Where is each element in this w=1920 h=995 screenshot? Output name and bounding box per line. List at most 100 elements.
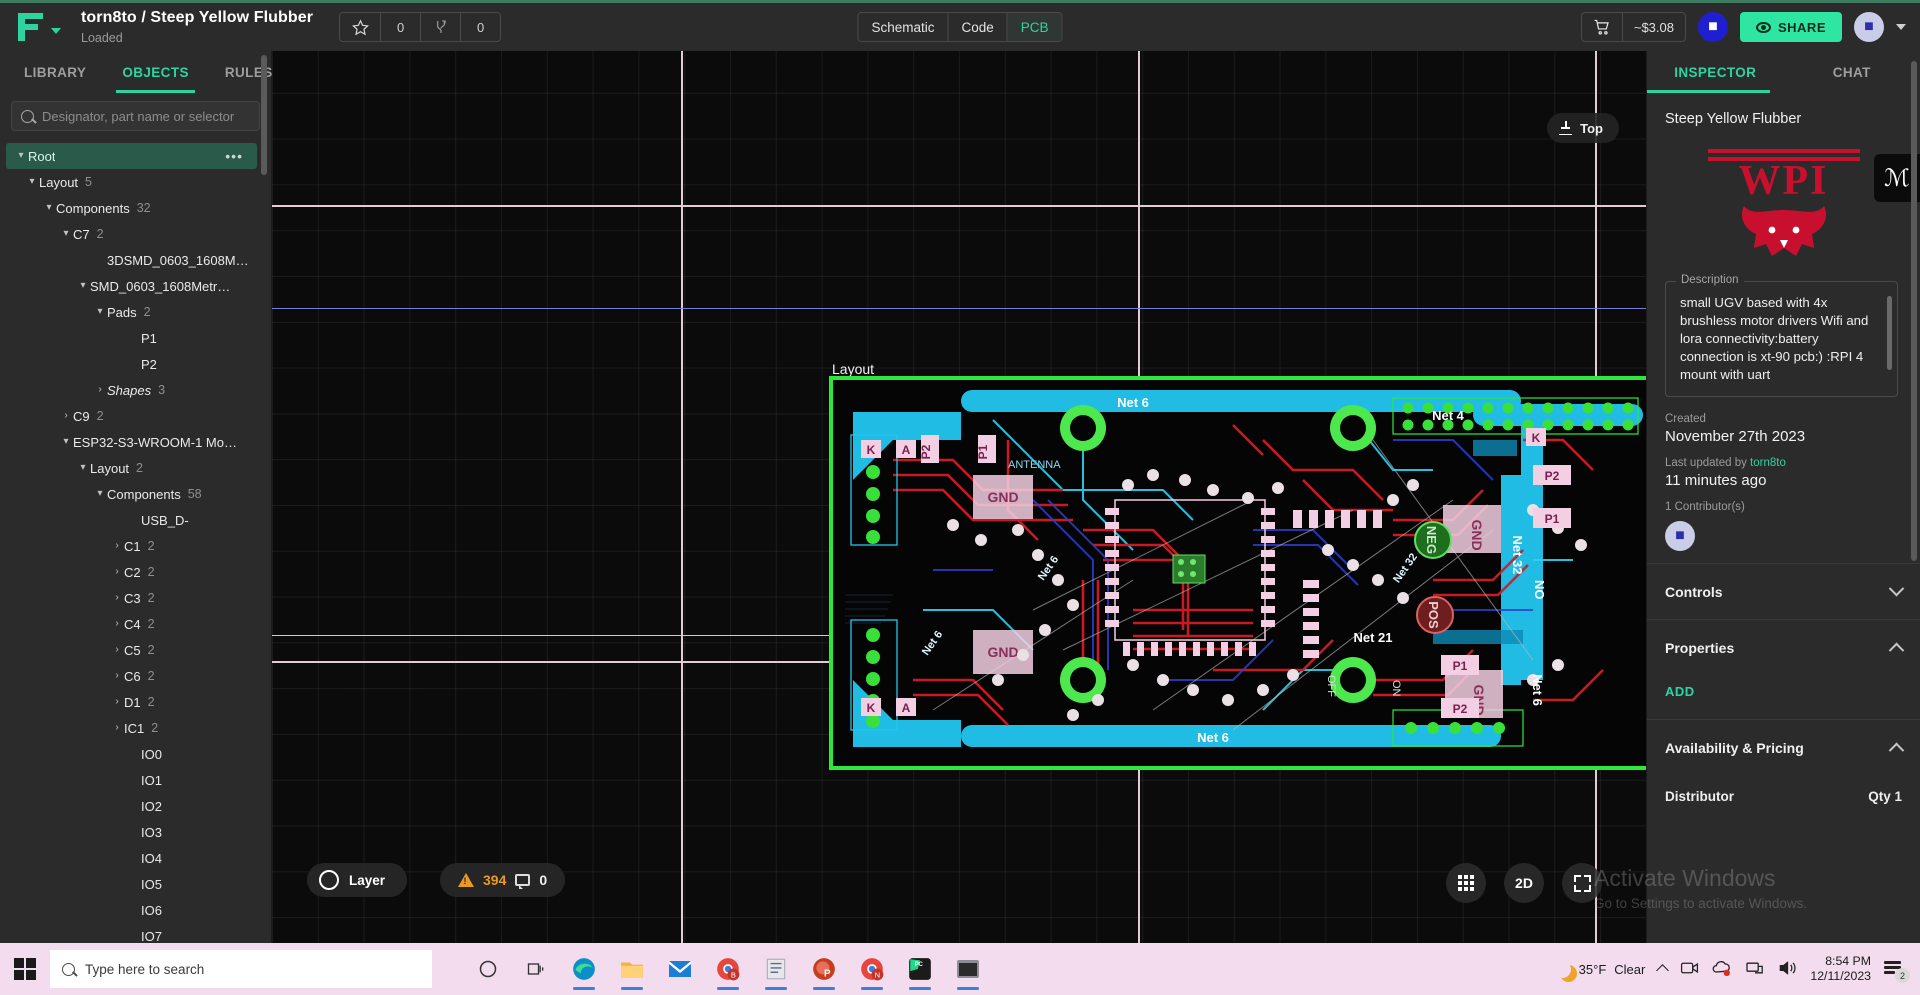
search-input[interactable] bbox=[42, 108, 250, 124]
chevron-down-icon[interactable]: ▾ bbox=[14, 151, 28, 161]
powerpoint-icon[interactable]: P bbox=[802, 947, 846, 991]
tree-node[interactable]: IO2 bbox=[0, 793, 271, 819]
chevron-right-icon[interactable]: › bbox=[110, 593, 124, 603]
updated-user[interactable]: torn8to bbox=[1750, 457, 1786, 469]
contributor-avatar[interactable]: ■ bbox=[1665, 521, 1695, 552]
file-explorer-icon[interactable] bbox=[610, 947, 654, 991]
tree-node[interactable]: › C6 2 bbox=[0, 663, 271, 689]
tab-library[interactable]: LIBRARY bbox=[6, 51, 104, 93]
tree-node[interactable]: ▾ Pads 2 bbox=[0, 299, 271, 325]
chevron-right-icon[interactable]: › bbox=[110, 723, 124, 733]
tree-node[interactable]: › C2 2 bbox=[0, 559, 271, 585]
chevron-down-icon[interactable]: ▾ bbox=[25, 177, 39, 187]
show-hidden-icons-button[interactable] bbox=[1656, 964, 1670, 977]
edge-icon[interactable] bbox=[562, 947, 606, 991]
warning-count[interactable]: 394 bbox=[483, 872, 506, 888]
tree-node[interactable]: IO1 bbox=[0, 767, 271, 793]
tree-node[interactable]: ▾ Layout 5 bbox=[0, 169, 271, 195]
add-property-button[interactable]: ADD bbox=[1647, 675, 1920, 719]
pcb-canvas[interactable]: Top Layout GND GND GND NEG POS Net 6 Net… bbox=[272, 51, 1646, 943]
document-reader-icon[interactable] bbox=[754, 947, 798, 991]
tree-node[interactable]: P1 bbox=[0, 325, 271, 351]
view-side-button[interactable]: Top bbox=[1547, 113, 1619, 143]
fullscreen-button[interactable] bbox=[1562, 863, 1602, 903]
tree-node[interactable]: ▾ SMD_0603_1608Metr… bbox=[0, 273, 271, 299]
tree-node[interactable]: › IC1 2 bbox=[0, 715, 271, 741]
camera-icon[interactable] bbox=[1680, 960, 1699, 979]
dimension-toggle-button[interactable]: 2D bbox=[1504, 863, 1544, 903]
section-properties[interactable]: Properties bbox=[1647, 619, 1920, 675]
share-button[interactable]: SHARE bbox=[1739, 12, 1842, 42]
volume-icon[interactable] bbox=[1778, 960, 1797, 979]
tree-node[interactable]: IO6 bbox=[0, 897, 271, 923]
tree-node-selected[interactable]: ▾ Root ••• bbox=[6, 143, 257, 169]
tab-objects[interactable]: OBJECTS bbox=[104, 51, 207, 93]
chevron-down-icon[interactable]: ▾ bbox=[93, 489, 107, 499]
inspector-scrollbar[interactable] bbox=[1911, 61, 1917, 561]
star-button[interactable] bbox=[340, 13, 380, 41]
section-controls[interactable]: Controls bbox=[1647, 563, 1920, 619]
chevron-down-icon[interactable]: ▾ bbox=[59, 229, 73, 239]
chevron-right-icon[interactable]: › bbox=[110, 645, 124, 655]
chevron-down-icon[interactable]: ▾ bbox=[76, 463, 90, 473]
tree-node[interactable]: IO7 bbox=[0, 923, 271, 944]
start-button[interactable] bbox=[14, 958, 36, 980]
cortana-icon[interactable] bbox=[466, 947, 510, 991]
tree-node[interactable]: › Shapes 3 bbox=[0, 377, 271, 403]
tree-node[interactable]: P2 bbox=[0, 351, 271, 377]
account-avatar[interactable]: ■ bbox=[1854, 12, 1884, 42]
clock[interactable]: 8:54 PM 12/11/2023 bbox=[1810, 954, 1871, 985]
chevron-right-icon[interactable]: › bbox=[110, 671, 124, 681]
tree-node[interactable]: ▾ Layout 2 bbox=[0, 455, 271, 481]
chevron-down-icon[interactable]: ▾ bbox=[59, 437, 73, 447]
chevron-down-icon[interactable]: ▾ bbox=[42, 203, 56, 213]
mode-code[interactable]: Code bbox=[947, 13, 1007, 41]
app-logo-button[interactable] bbox=[16, 11, 61, 43]
pcb-board[interactable]: GND GND GND GND bbox=[829, 376, 1646, 770]
weather-widget[interactable]: 35°F Clear bbox=[1554, 961, 1646, 978]
tree-node[interactable]: 3DSMD_0603_1608M… bbox=[0, 247, 271, 273]
chrome-icon-b[interactable]: B bbox=[706, 947, 750, 991]
tree-node[interactable]: ▾ Components 32 bbox=[0, 195, 271, 221]
chrome-icon-n[interactable]: N bbox=[850, 947, 894, 991]
account-chevron-down-icon[interactable] bbox=[1896, 24, 1906, 30]
tree-node[interactable]: › C9 2 bbox=[0, 403, 271, 429]
grid-toggle-button[interactable] bbox=[1446, 863, 1486, 903]
tree-node[interactable]: › C5 2 bbox=[0, 637, 271, 663]
mode-schematic[interactable]: Schematic bbox=[858, 13, 948, 41]
chevron-right-icon[interactable]: › bbox=[110, 541, 124, 551]
tab-chat[interactable]: CHAT bbox=[1784, 51, 1920, 93]
section-availability[interactable]: Availability & Pricing bbox=[1647, 719, 1920, 775]
comment-count[interactable]: 0 bbox=[539, 872, 547, 888]
tree-node[interactable]: › D1 2 bbox=[0, 689, 271, 715]
terminal-icon[interactable] bbox=[946, 947, 990, 991]
taskbar-search[interactable]: Type here to search bbox=[50, 950, 432, 988]
chevron-down-icon[interactable]: ▾ bbox=[93, 307, 107, 317]
tree-node[interactable]: › C1 2 bbox=[0, 533, 271, 559]
tree-node[interactable]: › C4 2 bbox=[0, 611, 271, 637]
mail-icon[interactable] bbox=[658, 947, 702, 991]
tab-inspector[interactable]: INSPECTOR bbox=[1647, 51, 1784, 93]
chevron-right-icon[interactable]: › bbox=[110, 697, 124, 707]
tree-node[interactable]: › C3 2 bbox=[0, 585, 271, 611]
chevron-down-icon[interactable]: ▾ bbox=[76, 281, 90, 291]
tree-node[interactable]: IO3 bbox=[0, 819, 271, 845]
chevron-down-icon[interactable] bbox=[51, 28, 61, 34]
tree-node[interactable]: ▾ Components 58 bbox=[0, 481, 271, 507]
tree-scrollbar[interactable] bbox=[261, 55, 267, 175]
onedrive-sync-icon[interactable] bbox=[1712, 960, 1732, 979]
chevron-right-icon[interactable]: › bbox=[59, 411, 73, 421]
fork-button[interactable] bbox=[420, 13, 460, 41]
tree-node[interactable]: ▾ C7 2 bbox=[0, 221, 271, 247]
tree-node[interactable]: USB_D- bbox=[0, 507, 271, 533]
chevron-right-icon[interactable]: › bbox=[110, 567, 124, 577]
chevron-right-icon[interactable]: › bbox=[93, 385, 107, 395]
network-icon[interactable] bbox=[1745, 960, 1765, 979]
pycharm-icon[interactable]: PC bbox=[898, 947, 942, 991]
mode-pcb[interactable]: PCB bbox=[1006, 13, 1062, 41]
search-box[interactable] bbox=[11, 101, 260, 131]
user-avatar[interactable]: ■ bbox=[1697, 12, 1728, 42]
description-field[interactable]: Description small UGV based with 4x brus… bbox=[1665, 274, 1898, 398]
notifications-button[interactable]: 2 bbox=[1884, 959, 1910, 983]
objects-tree[interactable]: ▾ Root ••• ▾ Layout 5 ▾ Components 32 ▾ C7 2 3DSMD_0… bbox=[0, 137, 271, 943]
